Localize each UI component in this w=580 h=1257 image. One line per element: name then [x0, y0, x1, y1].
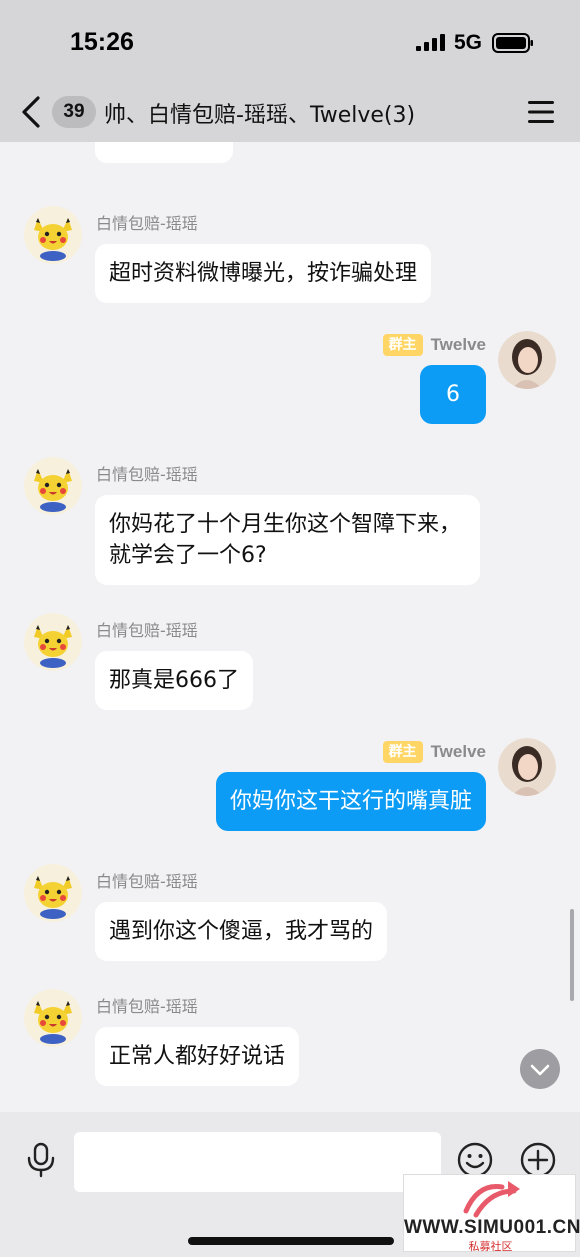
site-watermark: WWW.SIMU001.CN 私募社区 [403, 1174, 580, 1253]
chat-header: 39 帅、白情包赔-瑶瑶、Twelve(3) [0, 84, 580, 142]
scrollbar[interactable] [570, 909, 574, 1001]
group-owner-badge: 群主 [382, 334, 423, 356]
sender-name: 白情包赔-瑶瑶 [96, 214, 198, 233]
battery-icon [492, 33, 533, 53]
sender-name: Twelve [430, 335, 486, 354]
menu-icon[interactable] [526, 98, 556, 126]
watermark-subtitle: 私募社区 [468, 1240, 513, 1253]
user-photo-avatar[interactable] [498, 738, 556, 796]
pikachu-avatar[interactable] [24, 864, 82, 922]
message-bubble[interactable]: 正常人都好好说话 [95, 1027, 300, 1086]
signal-icon [416, 34, 445, 51]
scroll-down-icon[interactable] [520, 1049, 560, 1089]
sender-header: 群主 Twelve [382, 333, 486, 357]
user-photo-avatar[interactable] [498, 331, 556, 389]
sender-name: 白情包赔-瑶瑶 [96, 465, 198, 484]
message-bubble[interactable]: 你妈花了十个月生你这个智障下来，就学会了一个6? [95, 495, 480, 585]
home-indicator [188, 1237, 394, 1245]
chat-title: 帅、白情包赔-瑶瑶、Twelve(3) [104, 103, 416, 128]
message-list[interactable]: 不额外收取 白情包赔-瑶瑶 超时资料微博曝光，按诈骗处理 群主 Twelve 6 [0, 142, 580, 1112]
watermark-url: WWW.SIMU001.CN [404, 1217, 580, 1238]
message-bubble[interactable]: 6 [420, 365, 486, 424]
sender-name: 白情包赔-瑶瑶 [96, 872, 198, 891]
message-bubble[interactable]: 你妈你这干这行的嘴真脏 [215, 772, 486, 831]
sender-name: 白情包赔-瑶瑶 [96, 621, 198, 640]
back-chevron-icon[interactable] [14, 94, 50, 130]
sender-name: 白情包赔-瑶瑶 [96, 997, 198, 1016]
microphone-icon[interactable] [26, 1142, 56, 1178]
message-bubble[interactable]: 超时资料微博曝光，按诈骗处理 [95, 244, 432, 303]
site-logo-icon [463, 1181, 520, 1218]
sender-name: Twelve [430, 742, 486, 761]
status-time: 15:26 [70, 28, 134, 56]
pikachu-avatar[interactable] [24, 989, 82, 1047]
unread-count-badge[interactable]: 39 [52, 96, 96, 128]
pikachu-avatar[interactable] [24, 457, 82, 515]
message-input[interactable] [74, 1132, 441, 1192]
sender-header: 群主 Twelve [382, 740, 486, 764]
emoji-icon[interactable] [457, 1142, 493, 1178]
status-bar: 15:26 5G [0, 0, 580, 84]
group-owner-badge: 群主 [382, 741, 423, 763]
network-type: 5G [454, 31, 483, 54]
message-bubble[interactable]: 那真是666了 [95, 651, 253, 710]
pikachu-avatar[interactable] [24, 206, 82, 264]
message-bubble[interactable]: 遇到你这个傻逼，我才骂的 [95, 902, 388, 961]
message-bubble[interactable]: 不额外收取 [95, 142, 234, 163]
plus-icon[interactable] [520, 1142, 556, 1178]
pikachu-avatar[interactable] [24, 613, 82, 671]
